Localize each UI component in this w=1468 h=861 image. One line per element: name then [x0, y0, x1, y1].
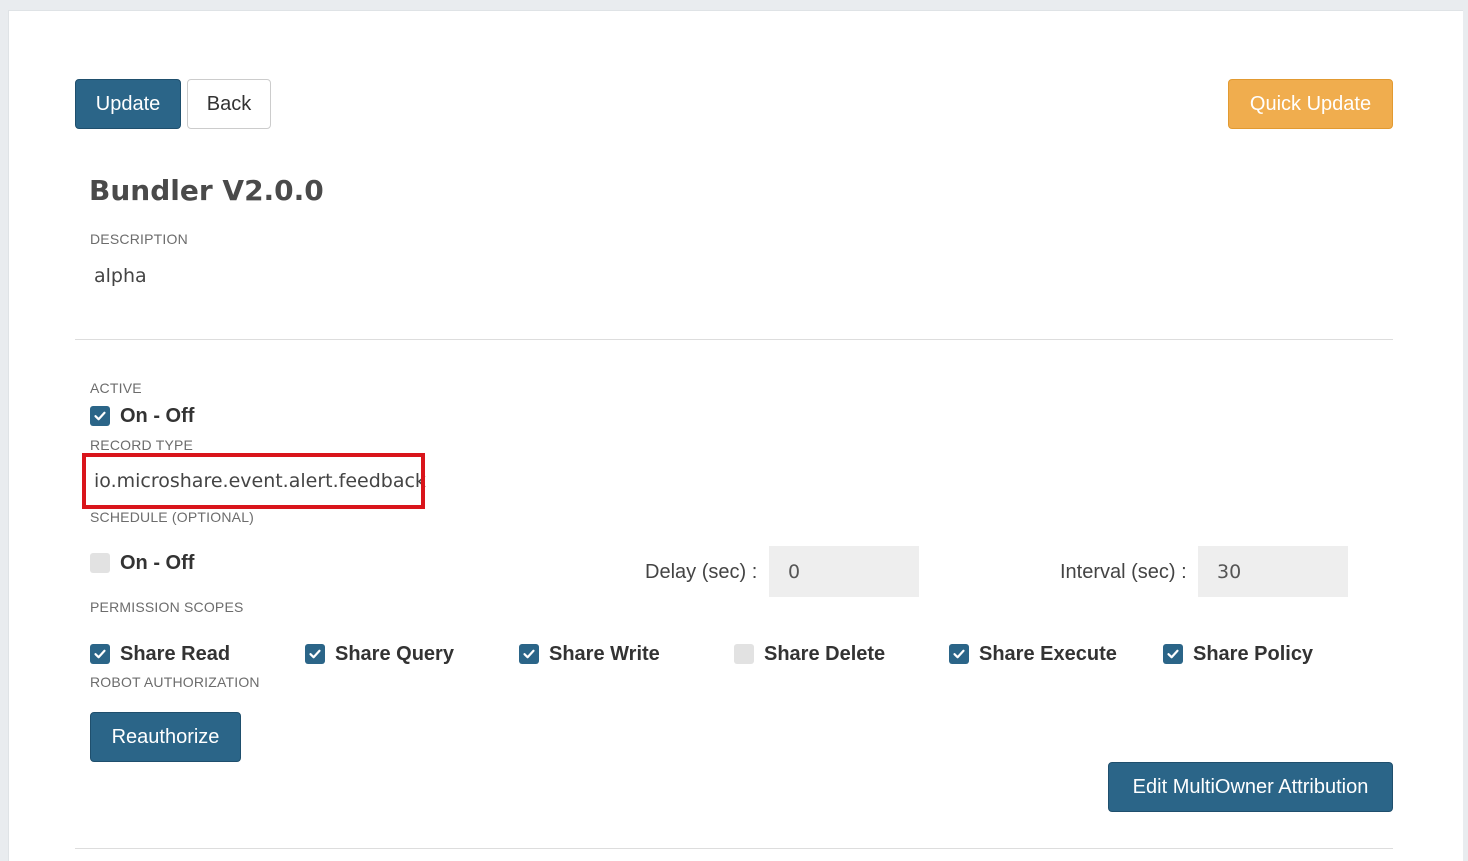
section-divider	[75, 339, 1393, 340]
share-write-checkbox[interactable]	[519, 644, 539, 664]
checkmark-icon	[309, 649, 321, 659]
share-query-label: Share Query	[335, 643, 454, 665]
active-checkbox[interactable]	[90, 406, 110, 426]
interval-label: Interval (sec) :	[1060, 561, 1187, 583]
description-value: alpha	[94, 265, 147, 287]
checkmark-icon	[94, 649, 106, 659]
share-delete-label: Share Delete	[764, 643, 886, 665]
share-query-checkbox[interactable]	[305, 644, 325, 664]
checkmark-icon	[94, 411, 106, 421]
share-read-checkbox[interactable]	[90, 644, 110, 664]
interval-input[interactable]: 30	[1198, 546, 1348, 597]
delay-input[interactable]: 0	[769, 546, 919, 597]
permission-scopes-label: PERMISSION SCOPES	[90, 599, 244, 615]
record-type-highlight-box	[82, 453, 425, 509]
page-title: Bundler V2.0.0	[89, 174, 324, 207]
edit-multiowner-attribution-button[interactable]: Edit MultiOwner Attribution	[1108, 762, 1393, 812]
share-read-label: Share Read	[120, 643, 231, 665]
share-execute-checkbox[interactable]	[949, 644, 969, 664]
share-policy-label: Share Policy	[1193, 643, 1314, 665]
back-button[interactable]: Back	[187, 79, 271, 129]
schedule-toggle-label: On - Off	[120, 552, 195, 574]
schedule-checkbox[interactable]	[90, 553, 110, 573]
quick-update-button[interactable]: Quick Update	[1228, 79, 1393, 129]
active-label: ACTIVE	[90, 380, 142, 396]
share-delete-checkbox[interactable]	[734, 644, 754, 664]
share-execute-label: Share Execute	[979, 643, 1117, 665]
checkmark-icon	[953, 649, 965, 659]
update-button[interactable]: Update	[75, 79, 181, 129]
delay-label: Delay (sec) :	[645, 561, 758, 583]
checkmark-icon	[523, 649, 535, 659]
share-write-label: Share Write	[549, 643, 660, 665]
robot-authorization-label: ROBOT AUTHORIZATION	[90, 674, 260, 690]
checkmark-icon	[1167, 649, 1179, 659]
share-policy-checkbox[interactable]	[1163, 644, 1183, 664]
reauthorize-button[interactable]: Reauthorize	[90, 712, 241, 762]
schedule-label: SCHEDULE (OPTIONAL)	[90, 509, 255, 525]
active-toggle-label: On - Off	[120, 405, 195, 427]
bottom-divider	[75, 848, 1393, 849]
record-type-label: RECORD TYPE	[90, 437, 194, 453]
description-label: DESCRIPTION	[90, 231, 188, 247]
